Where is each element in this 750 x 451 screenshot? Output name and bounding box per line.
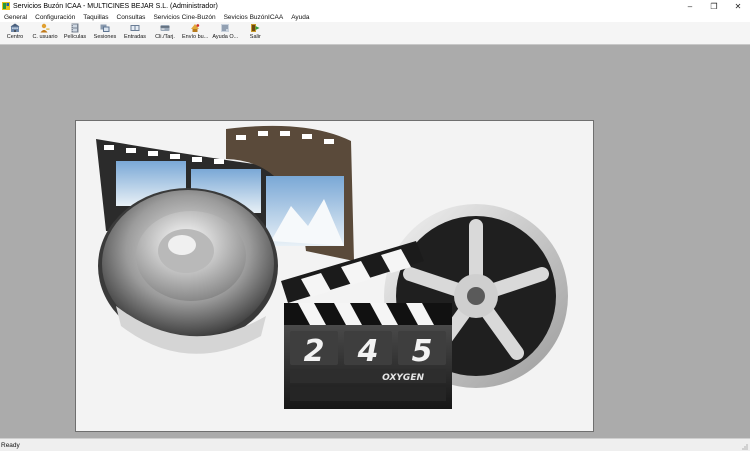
centro-button[interactable]: Centro <box>0 22 30 40</box>
menu-taquillas[interactable]: Taquillas <box>79 14 112 21</box>
menu-configuracion[interactable]: Configuración <box>31 14 79 21</box>
peliculas-button[interactable]: Películas <box>60 22 90 40</box>
tickets-icon <box>130 25 140 31</box>
toolbar-label: Entradas <box>123 34 146 40</box>
menu-servicios-buzon-icaa[interactable]: Sevicios BuzónICAA <box>220 14 288 21</box>
minimize-button[interactable]: – <box>678 0 702 12</box>
clapper-number-2: 4 <box>357 334 379 369</box>
close-button[interactable]: ✕ <box>726 0 750 12</box>
menu-general[interactable]: General <box>0 14 31 21</box>
clapper-number-1: 2 <box>304 334 325 369</box>
salir-button[interactable]: Salir <box>240 22 270 40</box>
app-icon <box>2 2 10 10</box>
exit-icon <box>251 24 260 32</box>
toolbar-label: Envío bu... <box>182 34 209 40</box>
send-icon <box>191 24 200 32</box>
toolbar: Centro C. usuario Películas Sesiones Ent… <box>0 22 750 45</box>
cinema-illustration: 2 4 5 OXYGEN <box>96 125 568 409</box>
toolbar-label: Cli./Tarj. <box>155 34 175 40</box>
toolbar-label: Centro <box>6 34 24 40</box>
toolbar-label: Ayuda O... <box>212 34 239 40</box>
toolbar-label: Salir <box>249 34 261 40</box>
user-key-icon <box>40 23 50 33</box>
window-title: Servicios Buzón ICAA - MULTICINES BEJAR … <box>13 2 218 10</box>
menu-consultas[interactable]: Consultas <box>113 14 150 21</box>
toolbar-label: Sesiones <box>93 34 117 40</box>
cambio-usuario-button[interactable]: C. usuario <box>30 22 60 40</box>
entradas-button[interactable]: Entradas <box>120 22 150 40</box>
menu-bar: General Configuración Taquillas Consulta… <box>0 12 750 22</box>
sessions-icon <box>100 24 110 32</box>
film-icon <box>71 23 79 33</box>
toolbar-label: Películas <box>63 34 87 40</box>
toolbar-label: C. usuario <box>32 34 58 40</box>
status-bar: Ready <box>0 438 750 451</box>
clientes-tarjetas-button[interactable]: Cli./Tarj. <box>150 22 180 40</box>
resize-grip-icon[interactable] <box>740 442 748 450</box>
status-text: Ready <box>1 441 20 449</box>
window-controls: – ❐ ✕ <box>678 0 750 12</box>
title-bar: Servicios Buzón ICAA - MULTICINES BEJAR … <box>0 0 750 12</box>
ayuda-online-button[interactable]: Ayuda O... <box>210 22 240 40</box>
help-icon <box>221 24 230 32</box>
clapper-number-3: 5 <box>412 334 433 369</box>
splash-picture: 2 4 5 OXYGEN <box>75 120 594 432</box>
envio-buzon-button[interactable]: Envío bu... <box>180 22 210 40</box>
sesiones-button[interactable]: Sesiones <box>90 22 120 40</box>
menu-ayuda[interactable]: Ayuda <box>287 14 313 21</box>
menu-servicios-cine-buzon[interactable]: Servicios Cine-Buzón <box>149 14 219 21</box>
restore-button[interactable]: ❐ <box>702 0 726 12</box>
card-icon <box>160 25 170 31</box>
speaker-graphic <box>98 188 278 354</box>
building-icon <box>10 23 20 32</box>
clapper-brand: OXYGEN <box>382 373 424 383</box>
mdi-workspace: 2 4 5 OXYGEN <box>0 45 750 438</box>
